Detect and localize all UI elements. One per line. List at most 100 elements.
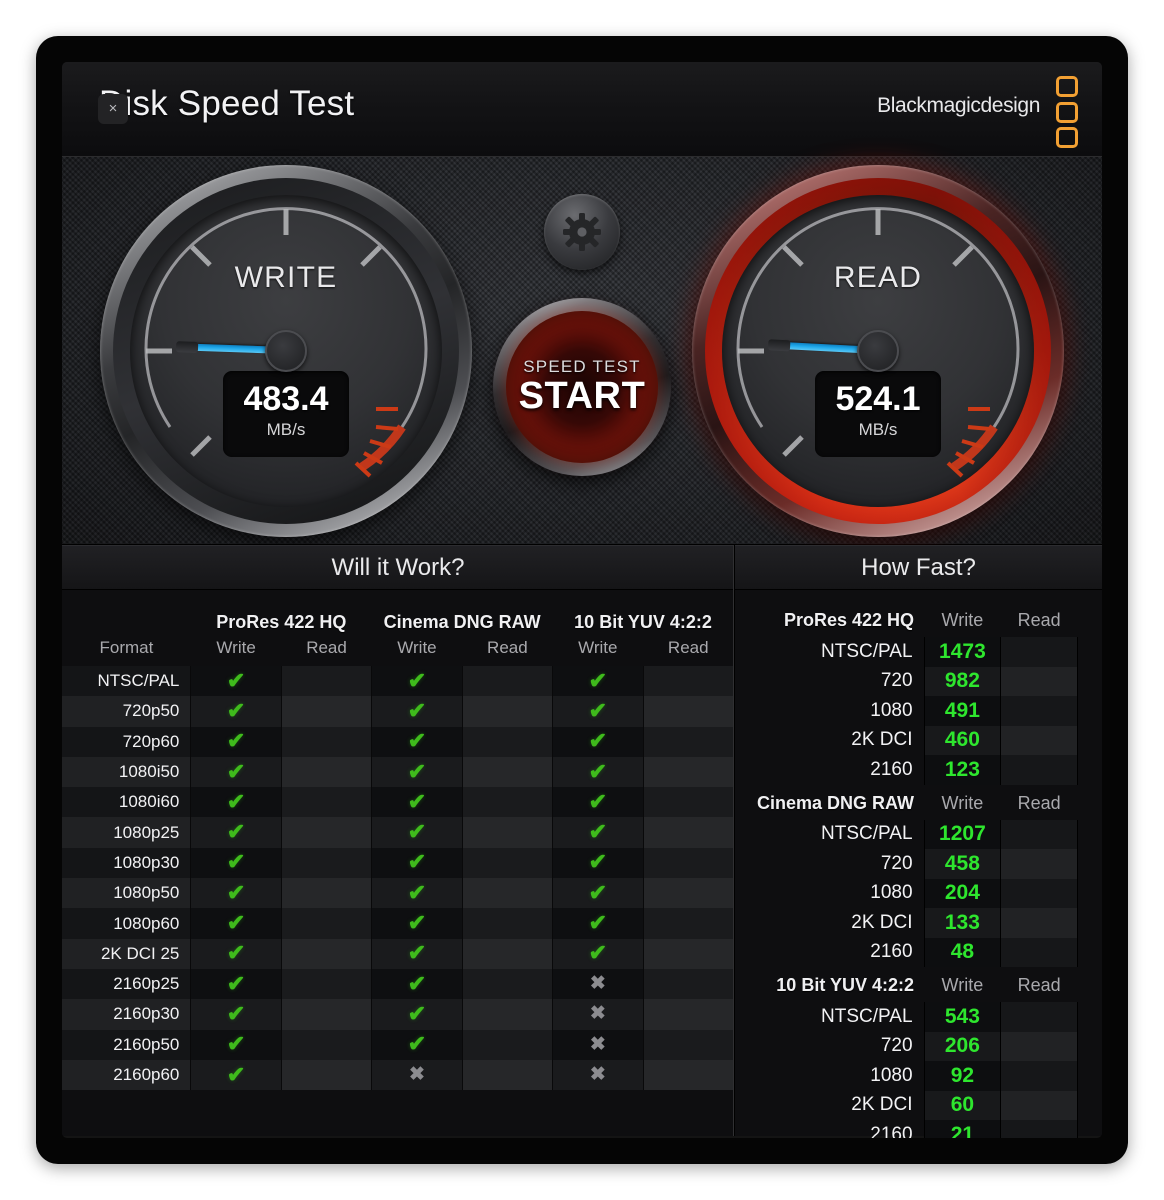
read-status-cell (642, 847, 734, 879)
table-row: 1080 491 (745, 696, 1078, 726)
check-icon: ✔ (407, 758, 427, 784)
format-cell: NTSC/PAL (62, 666, 192, 697)
table-row: 2K DCI 133 (745, 908, 1078, 938)
write-gauge-label: WRITE (234, 261, 338, 294)
how-fast-group-header-row: Cinema DNG RAW Write Read (745, 785, 1078, 820)
read-status-cell (461, 787, 554, 818)
write-speed-value: 543 (923, 1002, 1002, 1032)
format-cell: 1080p60 (62, 908, 192, 939)
check-icon: ✔ (588, 697, 607, 723)
write-status-cell: ✔ (190, 817, 282, 848)
format-cell: 720p60 (62, 726, 192, 757)
will-it-work-heading: Will it Work? (62, 545, 734, 590)
write-status-cell: ✔ (552, 938, 644, 969)
read-status-cell (642, 756, 734, 788)
read-speed-value (1000, 1090, 1078, 1120)
read-status-cell (642, 878, 734, 909)
write-status-cell: ✔ (190, 847, 282, 879)
check-icon: ✔ (588, 819, 607, 845)
write-status-cell: ✔ (371, 817, 463, 848)
will-it-work-table: ProRes 422 HQ Cinema DNG RAW 10 Bit YUV … (62, 604, 734, 1091)
write-status-cell: ✔ (552, 696, 644, 727)
table-row: 2160p30 ✔ ✔ ✖ (62, 999, 734, 1030)
read-status-cell (280, 756, 373, 788)
gear-icon (563, 213, 601, 251)
resolution-label: 2160 (870, 758, 913, 780)
write-status-cell: ✖ (552, 1029, 644, 1060)
read-status-cell (461, 726, 554, 757)
write-status-cell: ✔ (190, 938, 282, 969)
close-button[interactable]: × (98, 94, 128, 124)
check-icon: ✔ (407, 940, 427, 966)
read-speed-value (1000, 1002, 1078, 1032)
write-status-cell: ✔ (371, 666, 463, 697)
resolution-label: 2K DCI (851, 911, 913, 933)
check-icon: ✔ (407, 728, 427, 754)
read-status-cell (642, 938, 734, 969)
check-icon: ✔ (588, 758, 607, 784)
how-fast-column-header-write: Write (941, 792, 984, 813)
check-icon: ✔ (226, 788, 246, 814)
write-status-cell: ✔ (371, 878, 463, 909)
check-icon: ✔ (407, 697, 427, 723)
table-row: 2160p60 ✔ ✖ ✖ (62, 1059, 734, 1091)
resolution-label: 2160 (870, 941, 913, 963)
group-header-prores: ProRes 422 HQ (216, 612, 347, 632)
write-status-cell: ✔ (371, 968, 463, 1000)
write-status-cell: ✔ (552, 908, 644, 939)
read-status-cell (280, 696, 373, 727)
table-row: 2K DCI 460 (745, 725, 1078, 755)
read-gauge-unit: MB/s (858, 420, 898, 439)
write-speed-value: 48 (923, 937, 1002, 967)
how-fast-panel: How Fast? ProRes 422 HQ Write Read NTSC/PAL… (733, 545, 1102, 1138)
check-icon: ✔ (407, 819, 427, 845)
write-speed-value: 204 (923, 878, 1002, 908)
column-header-write-2: Write (397, 638, 437, 657)
read-status-cell (280, 968, 373, 1000)
read-gauge-readout: 524.1 MB/s (815, 371, 941, 457)
check-icon: ✔ (407, 788, 427, 814)
read-status-cell (280, 1059, 373, 1091)
read-speed-value (1000, 908, 1078, 938)
check-icon: ✔ (407, 970, 427, 996)
read-status-cell (461, 999, 554, 1030)
write-status-cell: ✔ (371, 847, 463, 879)
read-speed-value (1000, 937, 1078, 967)
group-header-yuv: 10 Bit YUV 4:2:2 (574, 612, 712, 632)
start-button-sublabel: SPEED TEST (523, 356, 641, 376)
write-gauge-unit: MB/s (266, 420, 306, 439)
write-status-cell: ✔ (552, 756, 644, 788)
write-status-cell: ✔ (190, 908, 282, 939)
speed-test-start-button[interactable]: SPEED TEST START (493, 298, 671, 476)
read-speed-value (1000, 755, 1078, 785)
check-icon: ✔ (588, 667, 607, 693)
resolution-label: 2160 (870, 1123, 913, 1138)
table-row: 1080p50 ✔ ✔ ✔ (62, 878, 734, 909)
settings-button[interactable] (544, 194, 620, 270)
check-icon: ✔ (407, 667, 427, 693)
start-button-label: START (518, 374, 646, 417)
check-icon: ✔ (226, 819, 246, 845)
check-icon: ✔ (226, 758, 246, 784)
write-status-cell: ✖ (552, 999, 644, 1030)
how-fast-group-label: Cinema DNG RAW (757, 792, 915, 813)
write-status-cell: ✖ (552, 968, 644, 1000)
app-window: × Disk Speed Test Blackmagicdesign WRITE… (36, 36, 1128, 1164)
read-status-cell (461, 968, 554, 1000)
read-speed-value (1000, 1031, 1078, 1061)
read-speed-value (1000, 849, 1078, 879)
read-gauge: READ 524.1 MB/s (692, 165, 1064, 537)
resolution-label: 720 (880, 852, 913, 874)
cross-icon: ✖ (589, 1003, 606, 1025)
read-status-cell (642, 908, 734, 939)
table-row: NTSC/PAL 1473 (745, 637, 1078, 667)
read-gauge-face: READ 524.1 MB/s (722, 195, 1034, 507)
title-bar: Disk Speed Test Blackmagicdesign (62, 62, 1102, 157)
how-fast-table: ProRes 422 HQ Write Read NTSC/PAL 1473 720 982… (745, 602, 1078, 1138)
resolution-label: 2K DCI (851, 729, 913, 751)
read-status-cell (461, 1059, 554, 1091)
table-row: 1080p60 ✔ ✔ ✔ (62, 908, 734, 939)
read-speed-value (1000, 725, 1078, 755)
table-row: 2160 123 (745, 755, 1078, 785)
table-row: 1080i60 ✔ ✔ ✔ (62, 787, 734, 818)
